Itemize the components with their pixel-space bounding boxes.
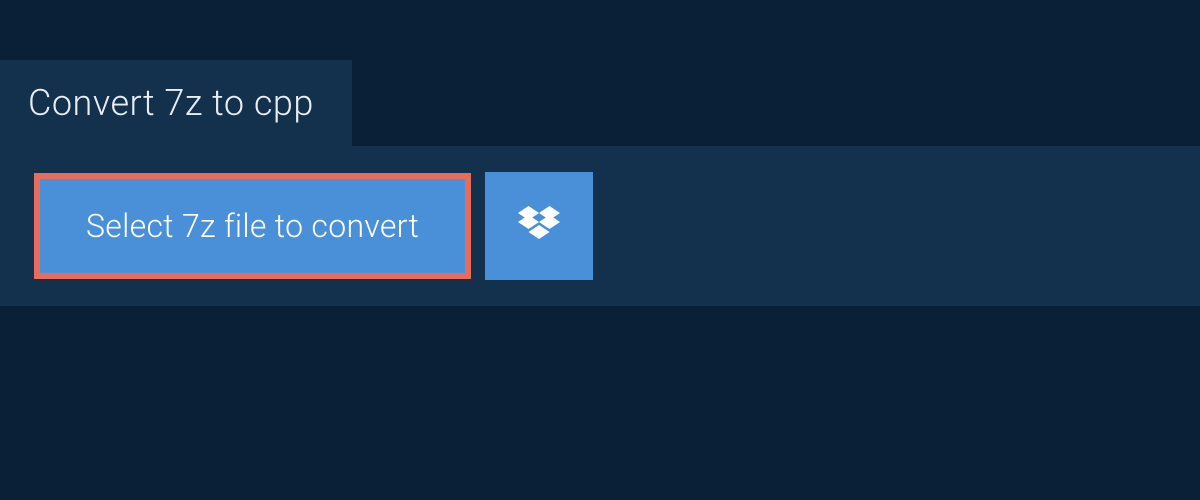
tab-header: Convert 7z to cpp (0, 60, 352, 146)
select-file-button[interactable]: Select 7z file to convert (34, 173, 471, 279)
content-panel: Select 7z file to convert (0, 146, 1200, 306)
dropbox-button[interactable] (485, 172, 593, 280)
page-title: Convert 7z to cpp (28, 82, 314, 124)
dropbox-icon (518, 206, 560, 246)
